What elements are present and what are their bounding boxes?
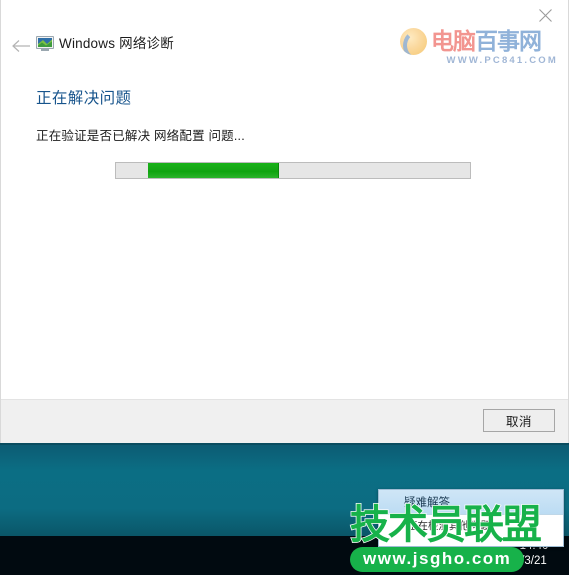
- window-title-bar: [1, 0, 568, 30]
- notification-body: 正在检测其他问题: [407, 520, 491, 532]
- network-diagnostics-window: Windows 网络诊断 电脑百事网 WWW.PC841.COM 正在解决问题 …: [0, 0, 569, 443]
- back-arrow-icon: [11, 40, 30, 52]
- close-icon: [539, 8, 552, 22]
- desktop-top-edge: [0, 443, 569, 445]
- progress-bar: [115, 162, 471, 179]
- progress-bar-chunk: [147, 163, 279, 178]
- network-diagnostics-icon: [36, 36, 54, 52]
- close-button[interactable]: [523, 0, 568, 30]
- window-footer: 取消: [1, 399, 568, 443]
- notification-header: 疑难解答: [379, 490, 563, 515]
- troubleshooting-notification-popup[interactable]: 疑难解答 正在检测其他问题: [378, 489, 564, 547]
- back-button[interactable]: [9, 35, 33, 57]
- notification-title: 疑难解答: [404, 497, 450, 509]
- window-title: Windows 网络诊断: [59, 36, 174, 51]
- status-text: 正在验证是否已解决 网络配置 问题...: [36, 129, 245, 143]
- cancel-button[interactable]: 取消: [483, 409, 555, 432]
- window-nav-row: Windows 网络诊断: [1, 33, 568, 59]
- page-title: 正在解决问题: [36, 90, 132, 107]
- clock-date: /3/21: [521, 555, 547, 567]
